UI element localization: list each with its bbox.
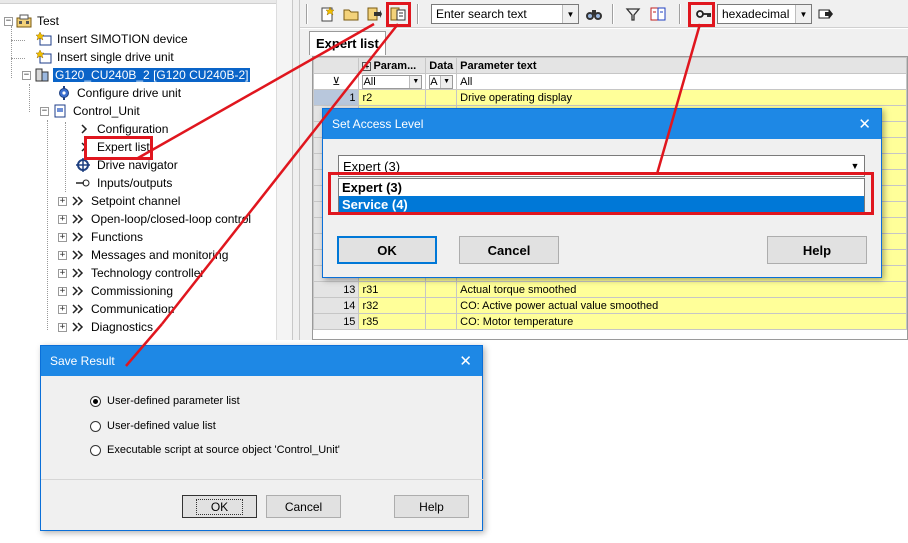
annotation-line (137, 22, 375, 160)
annotation-box-save-icon (386, 2, 411, 27)
annotation-line (655, 23, 702, 175)
annotation-lines (125, 22, 702, 367)
annotation-line (125, 323, 163, 367)
annotation-box-key-icon (688, 2, 715, 27)
annotation-box-expert-list (84, 136, 153, 160)
annotation-box-access-options (328, 172, 874, 215)
